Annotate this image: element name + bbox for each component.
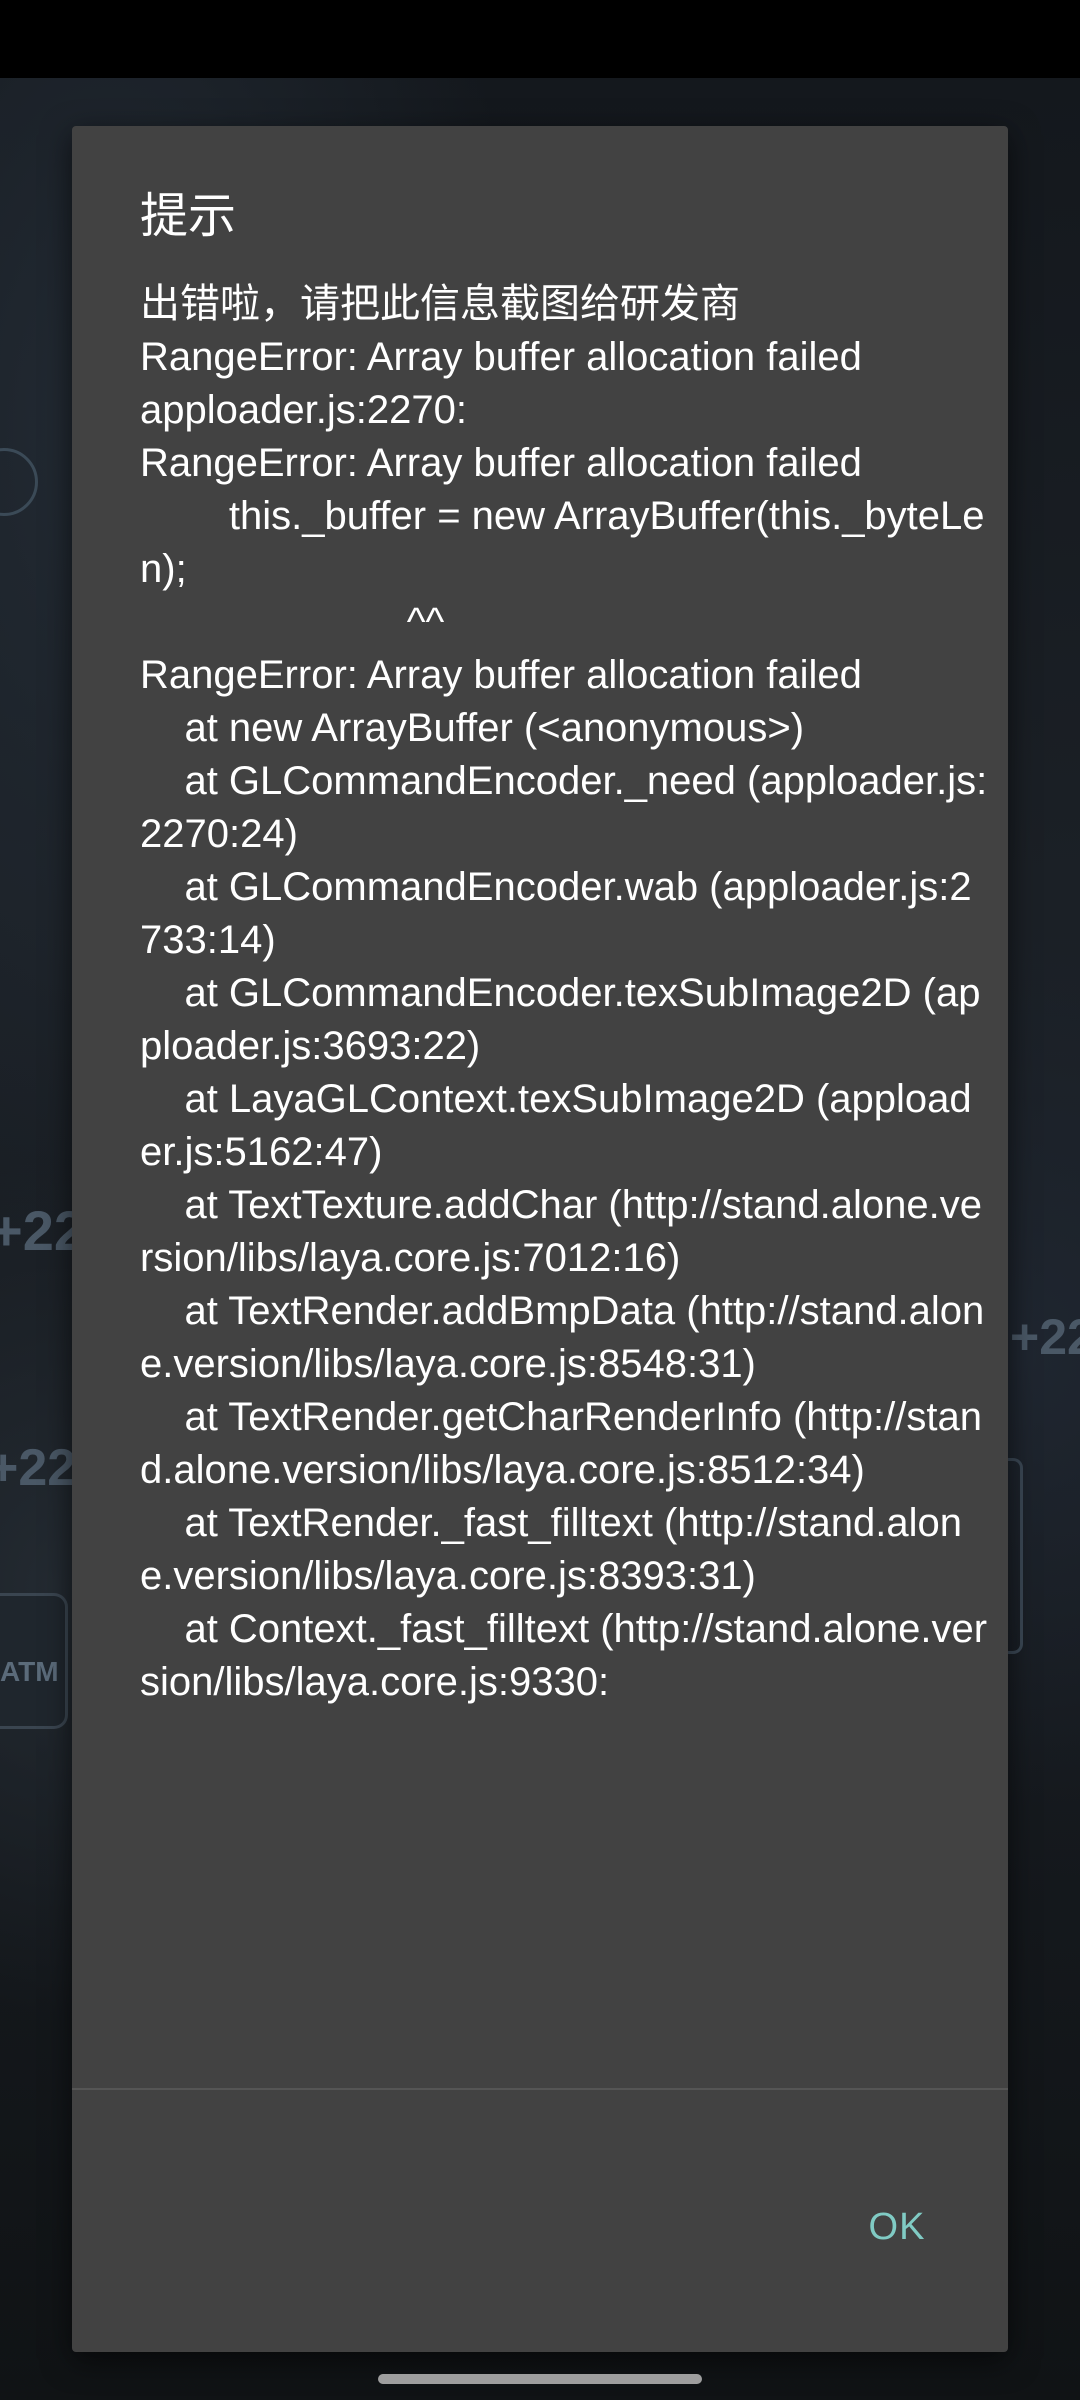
- game-round-icon: [0, 448, 38, 516]
- game-bonus-text: +22: [1010, 1309, 1080, 1365]
- dialog-message: 出错啦，请把此信息截图给研发商 RangeError: Array buffer…: [140, 282, 988, 1704]
- game-atm-button: ATM: [0, 1593, 68, 1729]
- error-dialog: 提示 出错啦，请把此信息截图给研发商 RangeError: Array buf…: [72, 126, 1008, 2352]
- ok-button[interactable]: OK: [852, 2192, 942, 2262]
- dialog-title: 提示: [140, 188, 237, 244]
- dialog-message-scroll[interactable]: 出错啦，请把此信息截图给研发商 RangeError: Array buffer…: [140, 278, 990, 2088]
- game-bonus-text: +22: [0, 1439, 77, 1497]
- dialog-divider: [72, 2088, 1008, 2090]
- gesture-nav-handle[interactable]: [378, 2374, 702, 2384]
- game-atm-label: ATM: [0, 1656, 59, 1687]
- screen: +22 +22 +22 ATM 提示 出错啦，请把此信息截图给研发商 Range…: [0, 0, 1080, 2400]
